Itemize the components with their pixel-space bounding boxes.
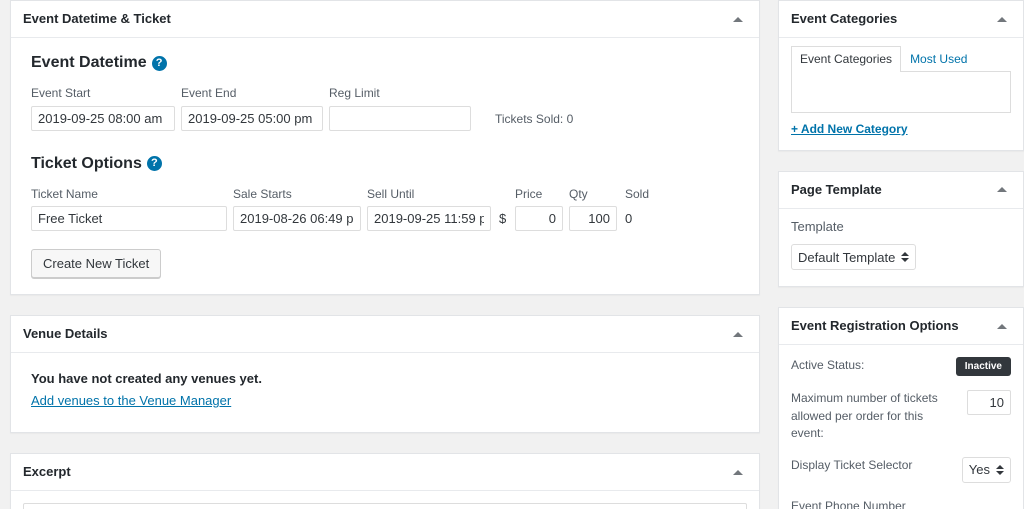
category-tabs: Event Categories Most Used	[791, 46, 1011, 72]
price-input[interactable]	[515, 206, 563, 232]
collapse-triangle-up-icon[interactable]	[993, 317, 1011, 335]
collapse-triangle-up-icon[interactable]	[729, 463, 747, 481]
column-header-sale-starts: Sale Starts	[233, 186, 292, 201]
panel-title: Venue Details	[23, 326, 108, 342]
cell-ticket-name	[31, 206, 227, 232]
panel-body: Event Categories Most Used + Add New Cat…	[779, 38, 1023, 150]
collapse-triangle-up-icon[interactable]	[993, 10, 1011, 28]
active-status-label: Active Status:	[791, 358, 865, 373]
panel-title: Page Template	[791, 181, 882, 197]
panel-body	[11, 491, 759, 509]
template-select[interactable]: Default Template	[791, 244, 917, 271]
venue-empty-message: You have not created any venues yet.	[31, 371, 262, 387]
panel-body: Active Status: Inactive Maximum number o…	[779, 345, 1023, 509]
excerpt-textarea[interactable]	[23, 503, 747, 509]
currency-symbol: $	[499, 211, 507, 227]
help-icon[interactable]: ?	[151, 55, 167, 71]
cell-sell-until	[367, 206, 491, 232]
create-new-ticket-button[interactable]: Create New Ticket	[31, 249, 162, 279]
row-max-tickets: Maximum number of tickets allowed per or…	[791, 390, 1011, 442]
datetime-fields-row: Event Start Event End Reg Limit Tickets …	[31, 86, 747, 131]
status-badge: Inactive	[955, 357, 1011, 377]
wordpress-event-editor-screen: Event Datetime & Ticket Event Datetime ?…	[0, 0, 1024, 509]
event-datetime-heading: Event Datetime ?	[31, 54, 747, 72]
tickets-sold-text: Tickets Sold: 0	[495, 111, 574, 126]
chevron-updown-icon	[996, 464, 1004, 475]
panel-venue-details: Venue Details You have not created any v…	[10, 315, 760, 434]
event-phone-number-label: Event Phone Number	[791, 498, 906, 509]
max-tickets-label: Maximum number of tickets allowed per or…	[791, 391, 938, 441]
row-event-phone-number: Event Phone Number	[791, 497, 1011, 509]
sidebar-column: Event Categories Event Categories Most U…	[778, 0, 1024, 509]
collapse-triangle-up-icon[interactable]	[729, 325, 747, 343]
panel-header[interactable]: Event Datetime & Ticket	[11, 1, 759, 38]
panel-body: Event Datetime ? Event Start Event End R…	[11, 38, 759, 294]
sale-starts-input[interactable]	[233, 206, 361, 232]
field-event-start: Event Start	[31, 86, 175, 131]
panel-header[interactable]: Event Categories	[779, 1, 1023, 38]
panel-body: You have not created any venues yet. Add…	[11, 353, 759, 432]
add-venues-link[interactable]: Add venues to the Venue Manager	[31, 393, 231, 408]
field-label: Event End	[181, 86, 237, 100]
cell-sold: 0	[625, 211, 633, 227]
sell-until-input[interactable]	[367, 206, 491, 232]
ticket-options-heading-label: Ticket Options	[31, 154, 142, 172]
column-header-price: Price	[515, 186, 543, 201]
help-icon[interactable]: ?	[146, 156, 162, 172]
panel-excerpt: Excerpt	[10, 453, 760, 509]
panel-body: Template Default Template	[779, 209, 1023, 287]
ticket-table-header: Ticket Name Sale Starts Sell Until Price…	[31, 187, 747, 203]
row-display-ticket-selector: Display Ticket Selector Yes	[791, 456, 1011, 483]
display-ticket-selector-label: Display Ticket Selector	[791, 457, 913, 472]
event-end-input[interactable]	[181, 105, 323, 131]
max-tickets-input[interactable]	[967, 390, 1011, 416]
panel-header[interactable]: Event Registration Options	[779, 308, 1023, 346]
panel-title: Excerpt	[23, 464, 71, 480]
display-ticket-selector-select[interactable]: Yes	[961, 456, 1011, 483]
cell-qty	[569, 206, 617, 232]
collapse-triangle-up-icon[interactable]	[729, 10, 747, 28]
panel-title: Event Registration Options	[791, 318, 959, 334]
cell-sale-starts	[233, 206, 361, 232]
panel-header[interactable]: Excerpt	[11, 454, 759, 492]
category-list-box[interactable]	[791, 70, 1011, 113]
column-header-sell-until: Sell Until	[367, 186, 415, 201]
add-new-category-link[interactable]: + Add New Category	[791, 122, 908, 136]
template-label: Template	[791, 218, 844, 234]
field-event-end: Event End	[181, 86, 323, 131]
field-label: Event Start	[31, 86, 91, 100]
column-header-sold: Sold	[625, 186, 650, 201]
qty-input[interactable]	[569, 206, 617, 232]
event-start-input[interactable]	[31, 105, 175, 131]
display-ticket-selector-value: Yes	[968, 462, 990, 478]
collapse-triangle-up-icon[interactable]	[993, 181, 1011, 199]
panel-header[interactable]: Venue Details	[11, 316, 759, 354]
event-datetime-heading-label: Event Datetime	[31, 54, 147, 71]
cell-price	[515, 206, 563, 232]
panel-event-datetime-ticket: Event Datetime & Ticket Event Datetime ?…	[10, 0, 760, 296]
tab-event-categories[interactable]: Event Categories	[791, 46, 902, 72]
ticket-options-heading: Ticket Options ?	[31, 155, 747, 173]
panel-title: Event Categories	[791, 10, 898, 26]
table-row: $ 0	[31, 206, 747, 232]
panel-event-registration-options: Event Registration Options Active Status…	[778, 307, 1024, 509]
row-active-status: Active Status: Inactive	[791, 357, 1011, 377]
ticket-name-input[interactable]	[31, 206, 227, 232]
template-select-value: Default Template	[798, 249, 896, 265]
tab-most-used[interactable]: Most Used	[901, 46, 976, 72]
field-label: Reg Limit	[329, 86, 380, 100]
panel-title: Event Datetime & Ticket	[23, 10, 171, 26]
panel-event-categories: Event Categories Event Categories Most U…	[778, 0, 1024, 151]
panel-header[interactable]: Page Template	[779, 172, 1023, 209]
panel-page-template: Page Template Template Default Template	[778, 170, 1024, 288]
reg-limit-input[interactable]	[329, 105, 471, 131]
field-reg-limit: Reg Limit	[329, 86, 471, 131]
main-column: Event Datetime & Ticket Event Datetime ?…	[10, 0, 760, 509]
chevron-updown-icon	[901, 252, 910, 263]
column-header-qty: Qty	[569, 186, 588, 201]
column-header-ticket-name: Ticket Name	[31, 186, 98, 201]
